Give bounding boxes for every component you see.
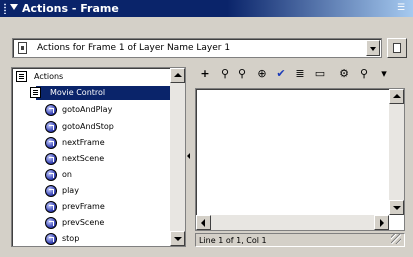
replace-icon[interactable]: ⚲ (235, 67, 249, 81)
book-icon (16, 71, 27, 82)
list-item[interactable]: nextFrame (12, 135, 172, 151)
check-syntax-icon[interactable]: ✔ (274, 67, 288, 81)
action-icon (45, 121, 57, 133)
scroll-down-button[interactable] (170, 231, 185, 246)
action-icon (45, 153, 57, 165)
scroll-up-button[interactable] (389, 89, 404, 104)
action-icon (45, 137, 57, 149)
pin-script-button[interactable] (387, 38, 407, 58)
tree-root-actions[interactable]: Actions (12, 69, 172, 85)
list-item-label: nextScene (62, 154, 105, 163)
list-item[interactable]: gotoAndPlay (12, 102, 172, 118)
status-bar: Line 1 of 1, Col 1 (195, 233, 405, 247)
editor-vertical-scrollbar[interactable] (389, 89, 404, 215)
list-item[interactable]: play (12, 183, 172, 199)
auto-format-icon[interactable]: ≣ (293, 67, 307, 81)
pane-splitter[interactable] (186, 67, 192, 247)
editor-horizontal-scrollbar[interactable] (196, 215, 389, 230)
list-item[interactable]: gotoAndStop (12, 119, 172, 135)
action-icon (45, 201, 57, 213)
actions-toolbox: Actions Movie Control gotoAndPlay gotoAn… (11, 67, 186, 247)
panel-title-bar[interactable]: Actions - Frame ☰ (0, 0, 413, 17)
tree-group-movie-control[interactable]: Movie Control (12, 85, 172, 101)
list-item[interactable]: on (12, 167, 172, 183)
panel-title: Actions - Frame (22, 2, 119, 15)
toolbox-scrollbar[interactable] (170, 68, 185, 246)
list-item-label: gotoAndStop (62, 122, 114, 131)
action-icon (45, 217, 57, 229)
dropdown-arrow-button[interactable] (366, 40, 380, 56)
script-toolbar: + ⚲ ⚲ ⊕ ✔ ≣ ▭ ⚙ ⚲ ▾ (195, 66, 410, 84)
code-hint-icon[interactable]: ▭ (313, 67, 327, 81)
reference-icon[interactable]: ⚲ (357, 67, 371, 81)
collapse-arrow-icon[interactable] (10, 4, 18, 10)
list-item[interactable]: nextScene (12, 151, 172, 167)
scroll-down-button[interactable] (389, 200, 404, 215)
collapse-toolbox-icon[interactable] (187, 153, 190, 159)
scroll-up-button[interactable] (170, 68, 185, 83)
action-icon (45, 169, 57, 181)
view-options-icon[interactable]: ▾ (377, 67, 391, 81)
list-item-label: stop (62, 234, 80, 243)
scroll-left-button[interactable] (196, 215, 211, 230)
list-item-label: gotoAndPlay (62, 105, 113, 114)
script-target-value: Actions for Frame 1 of Layer Name Layer … (37, 43, 231, 53)
frame-script-icon (18, 42, 27, 54)
panel-menu-icon[interactable]: ☰ (395, 3, 407, 13)
script-editor[interactable] (195, 88, 405, 231)
action-icon (45, 233, 57, 245)
list-item[interactable]: stop (12, 231, 172, 246)
list-item-label: on (62, 170, 72, 179)
book-icon (30, 87, 41, 98)
find-icon[interactable]: ⚲ (218, 67, 232, 81)
panel-grip-icon[interactable] (3, 3, 7, 14)
list-item-label: prevScene (62, 218, 105, 227)
cursor-position-text: Line 1 of 1, Col 1 (199, 236, 267, 245)
list-item-label: nextFrame (62, 138, 105, 147)
list-item[interactable]: prevFrame (12, 199, 172, 215)
scroll-right-button[interactable] (374, 215, 389, 230)
target-path-icon[interactable]: ⊕ (255, 67, 269, 81)
action-icon (45, 104, 57, 116)
list-item-label: play (62, 186, 79, 195)
tree-root-label: Actions (34, 72, 64, 81)
debug-options-icon[interactable]: ⚙ (337, 67, 351, 81)
action-icon (45, 185, 57, 197)
list-item-label: prevFrame (62, 202, 105, 211)
tree-group-label: Movie Control (50, 88, 106, 97)
script-target-select[interactable]: Actions for Frame 1 of Layer Name Layer … (12, 38, 382, 58)
resize-grip-icon[interactable] (391, 234, 401, 244)
add-statement-icon[interactable]: + (198, 67, 212, 81)
list-item[interactable]: prevScene (12, 215, 172, 231)
